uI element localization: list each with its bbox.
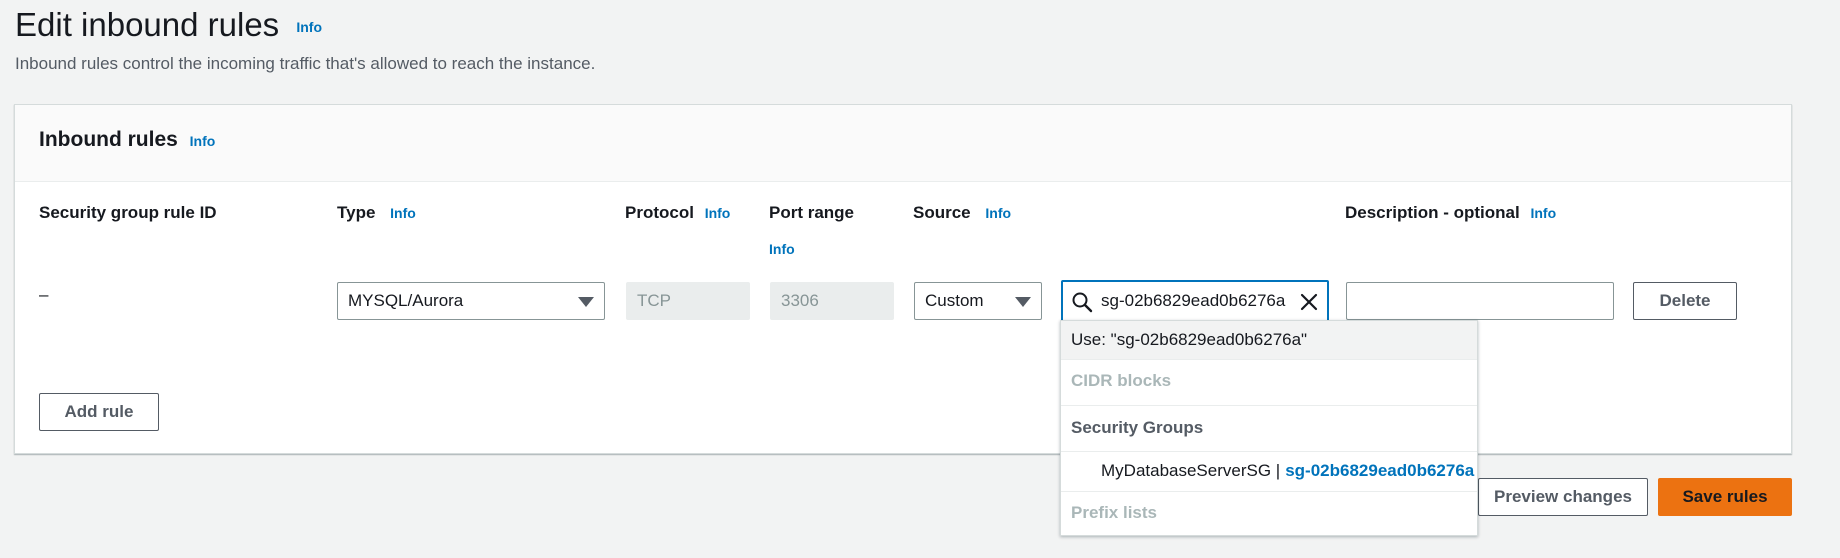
save-rules-button[interactable]: Save rules: [1658, 478, 1792, 516]
column-header-source-label: Source: [913, 203, 971, 222]
security-group-id: sg-02b6829ead0b6276a: [1285, 461, 1475, 480]
caret-down-icon: [578, 297, 594, 307]
page-title-text: Edit inbound rules: [15, 6, 280, 43]
column-header-type-label: Type: [337, 203, 376, 222]
column-header-protocol: Protocol Info: [625, 203, 730, 223]
security-groups-group-header: Security Groups: [1071, 418, 1204, 437]
panel-header: Inbound rules Info: [15, 105, 1791, 182]
cidr-blocks-group-header: CIDR blocks: [1071, 371, 1172, 390]
inbound-rules-panel: Inbound rules Info Security group rule I…: [14, 104, 1792, 454]
port-range-info-link[interactable]: Info: [769, 241, 795, 257]
source-type-select[interactable]: Custom: [914, 282, 1042, 320]
panel-title-text: Inbound rules: [39, 128, 178, 151]
rule-id-value: –: [39, 285, 49, 304]
use-value-option[interactable]: Use: "sg-02b6829ead0b6276a": [1061, 321, 1477, 359]
source-search-input[interactable]: sg-02b6829ead0b6276a: [1061, 280, 1329, 322]
preview-changes-button[interactable]: Preview changes: [1478, 478, 1648, 516]
source-dropdown-menu: Use: "sg-02b6829ead0b6276a" CIDR blocks …: [1060, 320, 1478, 536]
port-range-field: 3306: [770, 282, 894, 320]
search-icon: [1072, 292, 1093, 313]
caret-down-icon: [1015, 297, 1031, 307]
prefix-lists-group-header: Prefix lists: [1071, 503, 1157, 522]
type-select[interactable]: MYSQL/Aurora: [337, 282, 605, 320]
panel-title-info-link[interactable]: Info: [190, 133, 216, 149]
description-info-link[interactable]: Info: [1530, 205, 1556, 221]
add-rule-button[interactable]: Add rule: [39, 393, 159, 431]
source-info-link[interactable]: Info: [985, 205, 1011, 221]
description-input[interactable]: [1346, 282, 1614, 320]
column-header-description-label: Description - optional: [1345, 203, 1520, 222]
column-header-protocol-label: Protocol: [625, 203, 694, 222]
column-header-description: Description - optional Info: [1345, 203, 1556, 223]
column-header-port-range: Port range: [769, 203, 855, 222]
source-type-value: Custom: [925, 291, 984, 310]
protocol-field: TCP: [626, 282, 750, 320]
delete-rule-button[interactable]: Delete: [1633, 282, 1737, 320]
column-header-source: Source Info: [913, 203, 1011, 223]
security-group-option[interactable]: MyDatabaseServerSG | sg-02b6829ead0b6276…: [1061, 451, 1477, 491]
protocol-info-link[interactable]: Info: [705, 205, 731, 221]
column-header-rule-id: Security group rule ID: [39, 203, 217, 222]
type-select-value: MYSQL/Aurora: [348, 291, 464, 310]
column-header-type: Type Info: [337, 203, 416, 223]
source-search-value: sg-02b6829ead0b6276a: [1101, 291, 1286, 310]
security-group-name: MyDatabaseServerSG |: [1101, 461, 1281, 480]
page-description: Inbound rules control the incoming traff…: [15, 54, 596, 73]
type-info-link[interactable]: Info: [390, 205, 416, 221]
page-title: Edit inbound rules Info: [15, 6, 322, 44]
clear-icon[interactable]: [1299, 292, 1319, 312]
page-title-info-link[interactable]: Info: [296, 19, 322, 35]
panel-title: Inbound rules Info: [39, 128, 215, 152]
